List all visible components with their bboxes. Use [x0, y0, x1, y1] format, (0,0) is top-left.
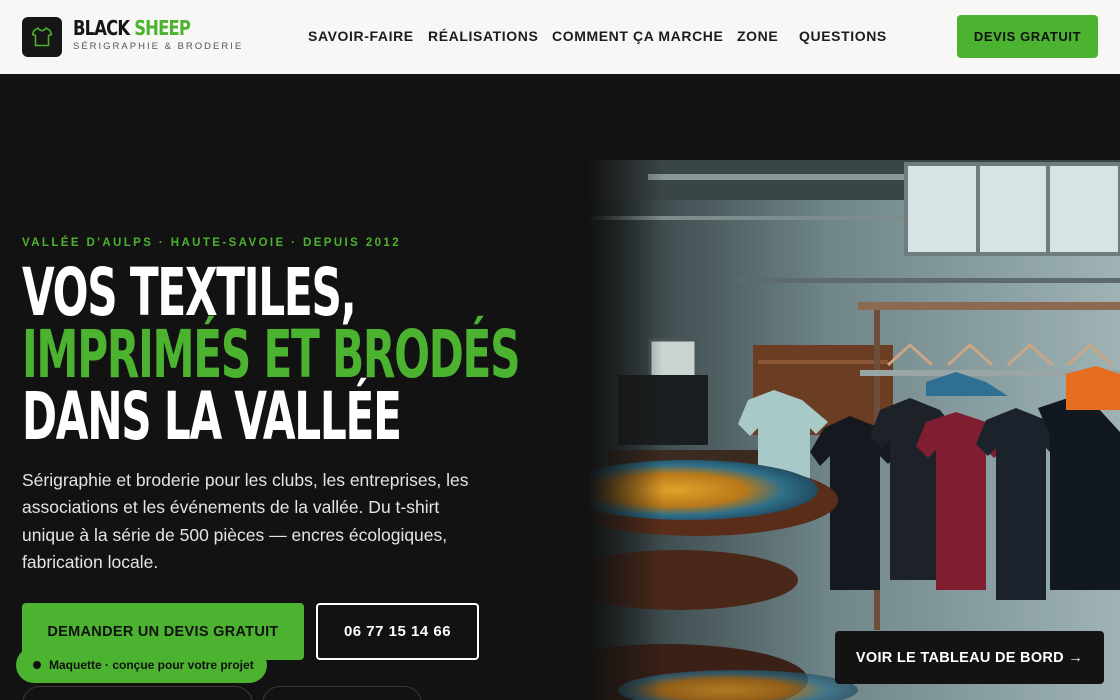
- feature-pill: [262, 686, 422, 700]
- brand-tagline: SÉRIGRAPHIE & BRODERIE: [73, 41, 244, 52]
- site-header: BLACK SHEEP SÉRIGRAPHIE & BRODERIE SAVOI…: [0, 0, 1120, 74]
- phone-button[interactable]: 06 77 15 14 66: [316, 603, 479, 660]
- free-quote-button[interactable]: DEVIS GRATUIT: [957, 15, 1098, 58]
- feature-pill: [22, 686, 253, 700]
- tshirt-icon: [31, 27, 53, 47]
- hero-headline: VOS TEXTILES, IMPRIMÉS ET BRODÉS DANS LA…: [22, 254, 521, 455]
- logo[interactable]: [22, 17, 62, 57]
- headline-line-3: DANS LA VALLÉE: [22, 378, 402, 455]
- nav-item-questions[interactable]: QUESTIONS: [799, 28, 887, 44]
- status-dot-icon: [33, 661, 41, 669]
- nav-item-comment-ca-marche[interactable]: COMMENT ÇA MARCHE: [552, 28, 723, 44]
- brand-name: BLACK SHEEP: [73, 16, 191, 40]
- nav-item-realisations[interactable]: RÉALISATIONS: [428, 28, 538, 44]
- mockup-badge: Maquette · conçue pour votre projet: [16, 647, 267, 683]
- nav-item-zone[interactable]: ZONE: [737, 28, 778, 44]
- mockup-badge-label: Maquette · conçue pour votre projet: [49, 658, 254, 672]
- hero-eyebrow: VALLÉE D'AULPS · HAUTE-SAVOIE · DEPUIS 2…: [22, 237, 401, 249]
- hero-intro: Sérigraphie et broderie pour les clubs, …: [22, 470, 469, 572]
- brand[interactable]: BLACK SHEEP SÉRIGRAPHIE & BRODERIE: [73, 17, 243, 52]
- headline-line-1: VOS TEXTILES,: [22, 254, 357, 331]
- hero-workshop-photo: [588, 160, 1120, 700]
- view-dashboard-button[interactable]: VOIR LE TABLEAU DE BORD →: [835, 631, 1104, 684]
- nav-item-savoir-faire[interactable]: SAVOIR-FAIRE: [308, 28, 414, 44]
- headline-line-2: IMPRIMÉS ET BRODÉS: [22, 316, 521, 393]
